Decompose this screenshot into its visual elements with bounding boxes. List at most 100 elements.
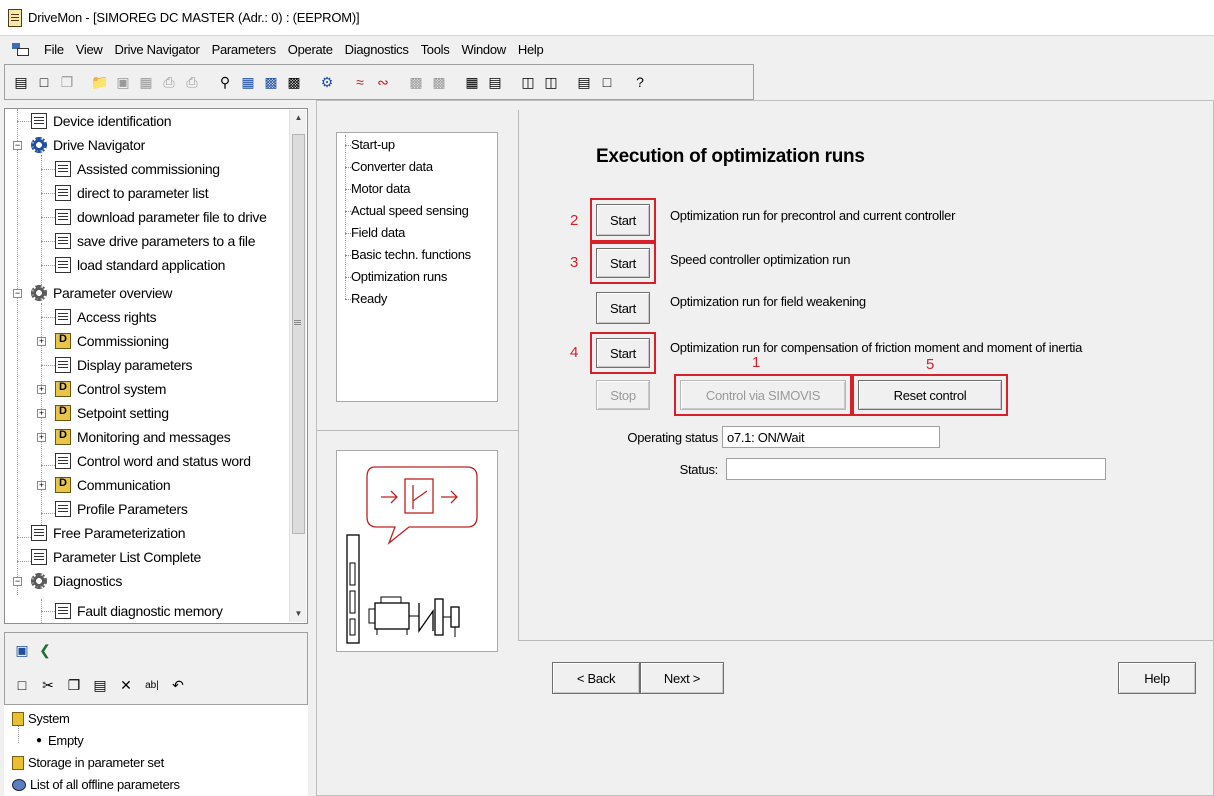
tree-item-parameter-overview[interactable]: Parameter overview [31,281,172,305]
expand-communication-icon[interactable]: + [37,481,46,490]
menu-window[interactable]: Window [455,42,511,57]
copy-doc-icon[interactable]: ❐ [57,72,77,92]
expand-monitoring-icon[interactable]: + [37,433,46,442]
compare-icon[interactable]: ◫ [518,72,538,92]
menu-drive-navigator[interactable]: Drive Navigator [109,42,206,57]
tree-item-diagnostics[interactable]: Diagnostics [31,569,122,593]
list-item-storage-in-parameter-set[interactable]: Storage in parameter set [12,755,164,770]
save-icon[interactable]: ▣ [113,72,133,92]
gear-icon[interactable]: ⚙ [317,72,337,92]
network-online-icon[interactable]: ▩ [261,72,281,92]
parameter-set-list[interactable]: System ● Empty Storage in parameter set L… [4,704,308,796]
menu-operate[interactable]: Operate [282,42,339,57]
paste-icon[interactable]: ▤ [90,675,110,695]
trend-icon[interactable]: ≈ [350,72,370,92]
start-speed-controller-button[interactable]: Start [596,248,650,278]
collapse-drive-navigator-icon[interactable]: − [13,141,22,150]
tree-item-fault-diagnostic-memory[interactable]: Fault diagnostic memory [55,599,223,623]
tree-scrollbar[interactable]: ▲ ▼ [289,110,306,622]
start-field-weakening-button[interactable]: Start [596,292,650,324]
single-icon[interactable]: □ [597,72,617,92]
expand-commissioning-icon[interactable]: + [37,337,46,346]
download-icon[interactable]: ▩ [429,72,449,92]
help-icon[interactable]: ? [630,72,650,92]
step-basic-techn-functions[interactable]: Basic techn. functions [351,247,471,262]
document-window-icon[interactable] [12,43,29,56]
list-item-offline-parameters[interactable]: List of all offline parameters [12,777,180,792]
tree-item-download-parameter-file[interactable]: download parameter file to drive [55,205,267,229]
tree-item-control-word[interactable]: Control word and status word [55,449,251,473]
compare2-icon[interactable]: ◫ [541,72,561,92]
step-actual-speed-sensing[interactable]: Actual speed sensing [351,203,469,218]
rename-icon[interactable]: ab| [142,675,162,695]
delete-icon[interactable]: ✕ [116,675,136,695]
scroll-up-icon[interactable]: ▲ [290,110,307,126]
undo-icon[interactable]: ↶ [168,675,188,695]
window-icon[interactable]: ▤ [485,72,505,92]
tree-item-profile-parameters[interactable]: Profile Parameters [55,497,188,521]
expand-control-system-icon[interactable]: + [37,385,46,394]
menu-parameters[interactable]: Parameters [206,42,282,57]
drive-icon[interactable]: ▩ [284,72,304,92]
tree-item-save-drive-parameters[interactable]: save drive parameters to a file [55,229,256,253]
step-start-up[interactable]: Start-up [351,137,395,152]
list-item-system[interactable]: System [12,711,70,726]
back-button[interactable]: < Back [552,662,640,694]
tree-item-drive-navigator[interactable]: Drive Navigator [31,133,145,157]
network-icon[interactable]: ▦ [238,72,258,92]
tree-item-parameter-list-complete[interactable]: Parameter List Complete [31,545,201,569]
chart-icon[interactable]: ∾ [373,72,393,92]
stop-button[interactable]: Stop [596,380,650,410]
menu-tools[interactable]: Tools [415,42,456,57]
tree-item-assisted-commissioning[interactable]: Assisted commissioning [55,157,220,181]
new-list-icon[interactable]: ▤ [11,72,31,92]
save-set-icon[interactable]: ▣ [12,640,32,660]
scroll-thumb[interactable] [292,134,305,534]
table-icon[interactable]: ▦ [462,72,482,92]
copy-icon[interactable]: ❐ [64,675,84,695]
tree-item-control-system[interactable]: Control system [55,377,166,401]
control-via-simovis-button[interactable]: Control via SIMOVIS [680,380,846,410]
step-ready[interactable]: Ready [351,291,387,306]
start-precontrol-current-button[interactable]: Start [596,204,650,236]
properties-icon[interactable]: ▦ [136,72,156,92]
tree-item-device-identification[interactable]: Device identification [31,109,172,133]
step-field-data[interactable]: Field data [351,225,405,240]
import-icon[interactable]: ❮ [35,640,55,660]
bulb-icon[interactable]: ⚲ [215,72,235,92]
tree-item-free-parameterization[interactable]: Free Parameterization [31,521,186,545]
tree-item-direct-to-parameter-list[interactable]: direct to parameter list [55,181,209,205]
menu-diagnostics[interactable]: Diagnostics [339,42,415,57]
tree-item-display-parameters[interactable]: Display parameters [55,353,193,377]
upload-icon[interactable]: ▩ [406,72,426,92]
tree-item-communication[interactable]: Communication [55,473,171,497]
scroll-down-icon[interactable]: ▼ [290,606,307,622]
reset-control-button[interactable]: Reset control [858,380,1002,410]
tree-item-access-rights[interactable]: Access rights [55,305,157,329]
wizard-steps-list[interactable]: Start-up Converter data Motor data Actua… [336,132,498,402]
collapse-diagnostics-icon[interactable]: − [13,577,22,586]
new-icon[interactable]: □ [12,675,32,695]
menu-help[interactable]: Help [512,42,550,57]
help-button[interactable]: Help [1118,662,1196,694]
menu-view[interactable]: View [70,42,109,57]
start-friction-inertia-button[interactable]: Start [596,338,650,368]
next-button[interactable]: Next > [640,662,724,694]
cut-icon[interactable]: ✂ [38,675,58,695]
open-folder-icon[interactable]: 📁 [90,72,110,92]
print-icon[interactable]: ⎙ [159,72,179,92]
new-doc-icon[interactable]: □ [34,72,54,92]
step-converter-data[interactable]: Converter data [351,159,433,174]
navigation-tree[interactable]: Device identification − Drive Navigator … [4,108,308,624]
expand-setpoint-setting-icon[interactable]: + [37,409,46,418]
tree-item-load-standard-application[interactable]: load standard application [55,253,225,277]
tree-item-commissioning[interactable]: Commissioning [55,329,169,353]
step-motor-data[interactable]: Motor data [351,181,410,196]
list-item-empty[interactable]: ● Empty [36,733,84,748]
step-optimization-runs[interactable]: Optimization runs [351,269,447,284]
tree-item-monitoring-and-messages[interactable]: Monitoring and messages [55,425,231,449]
tree-item-setpoint-setting[interactable]: Setpoint setting [55,401,169,425]
menu-file[interactable]: File [38,42,70,57]
collapse-parameter-overview-icon[interactable]: − [13,289,22,298]
split-icon[interactable]: ▤ [574,72,594,92]
